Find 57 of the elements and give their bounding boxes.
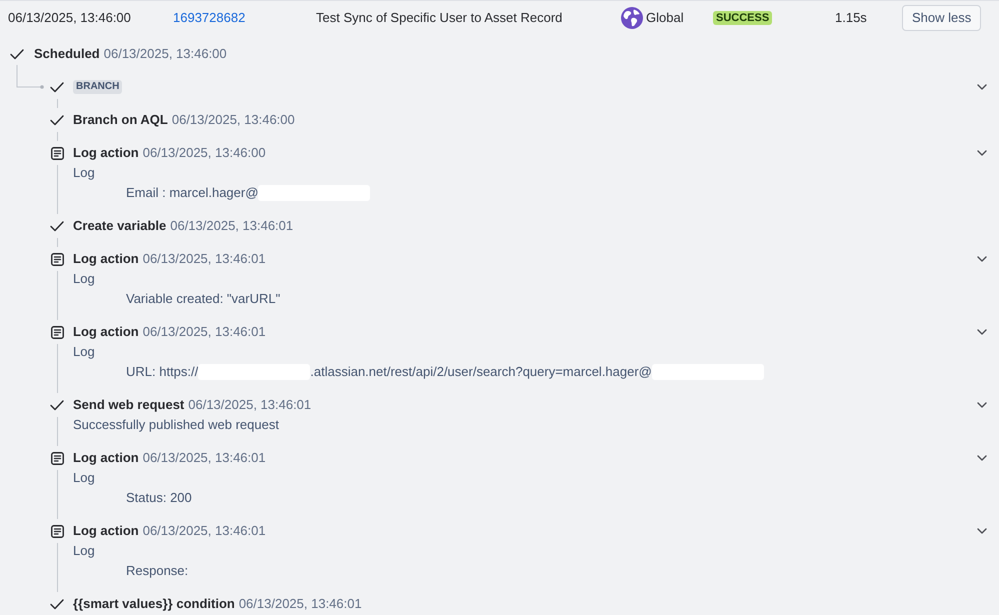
log-text: Variable created: "varURL" (126, 290, 280, 308)
chevron-down-icon[interactable] (977, 402, 987, 408)
chevron-down-icon[interactable] (977, 84, 987, 90)
step-time: 06/13/2025, 13:46:01 (188, 396, 312, 414)
step-title: {{smart values}} condition (73, 595, 235, 613)
log-text: Log (73, 343, 95, 361)
branch-badge: BRANCH (73, 80, 122, 94)
log-text: URL: https:// (126, 363, 198, 381)
step-time: 06/13/2025, 13:46:00 (142, 144, 266, 162)
step-title: Log action (73, 250, 139, 268)
timeline-line (56, 132, 58, 141)
timeline-line (56, 271, 58, 320)
step-title: Create variable (73, 217, 166, 235)
status-badge: SUCCESS (713, 11, 772, 25)
run-id-link[interactable]: 1693728682 (173, 10, 246, 25)
chevron-down-icon[interactable] (977, 150, 987, 156)
globe-icon (621, 7, 643, 29)
log-text: Log (73, 270, 95, 288)
timeline-line (56, 543, 58, 592)
log-text: Status: 200 (126, 489, 192, 507)
log-text: Email : marcel.hager@ (126, 184, 258, 202)
step-title: Log action (73, 144, 139, 162)
step-time: 06/13/2025, 13:46:01 (238, 595, 362, 613)
step-title: Send web request (73, 396, 184, 414)
log-text: Successfully published web request (73, 416, 279, 434)
step-title: Log action (73, 522, 139, 540)
chevron-down-icon[interactable] (977, 329, 987, 335)
log-text: Response: (126, 562, 188, 580)
step-title: Scheduled (34, 45, 100, 63)
step-title: Branch on AQL (73, 111, 168, 129)
step-time: 06/13/2025, 13:46:00 (104, 45, 227, 63)
timeline-line (56, 238, 58, 247)
show-less-button[interactable]: Show less (902, 5, 982, 31)
step-time: 06/13/2025, 13:46:01 (142, 522, 266, 540)
log-text: Log (73, 542, 95, 560)
timeline-line (56, 165, 58, 214)
step-title: Log action (73, 449, 139, 467)
step-time: 06/13/2025, 13:46:01 (170, 217, 294, 235)
log-text: Log (73, 469, 95, 487)
step-time: 06/13/2025, 13:46:01 (142, 323, 266, 341)
step-time: 06/13/2025, 13:46:01 (142, 449, 266, 467)
duration: 1.15s (835, 10, 867, 25)
timeline-line (56, 344, 58, 393)
step-time: 06/13/2025, 13:46:01 (142, 250, 266, 268)
run-date: 06/13/2025, 13:46:00 (8, 9, 132, 27)
step-time: 06/13/2025, 13:46:00 (172, 111, 295, 129)
rule-name: Test Sync of Specific User to Asset Record (316, 10, 562, 25)
chevron-down-icon[interactable] (977, 528, 987, 534)
chevron-down-icon[interactable] (977, 455, 987, 461)
step-title: Log action (73, 323, 139, 341)
timeline-line (56, 99, 58, 108)
log-text: Log (73, 164, 95, 182)
scope-label: Global (646, 9, 684, 27)
chevron-down-icon[interactable] (977, 256, 987, 262)
timeline-line (56, 417, 58, 446)
timeline-line (56, 470, 58, 519)
log-text: .atlassian.net/rest/api/2/user/search?query=marcel.hager@ (310, 363, 652, 381)
